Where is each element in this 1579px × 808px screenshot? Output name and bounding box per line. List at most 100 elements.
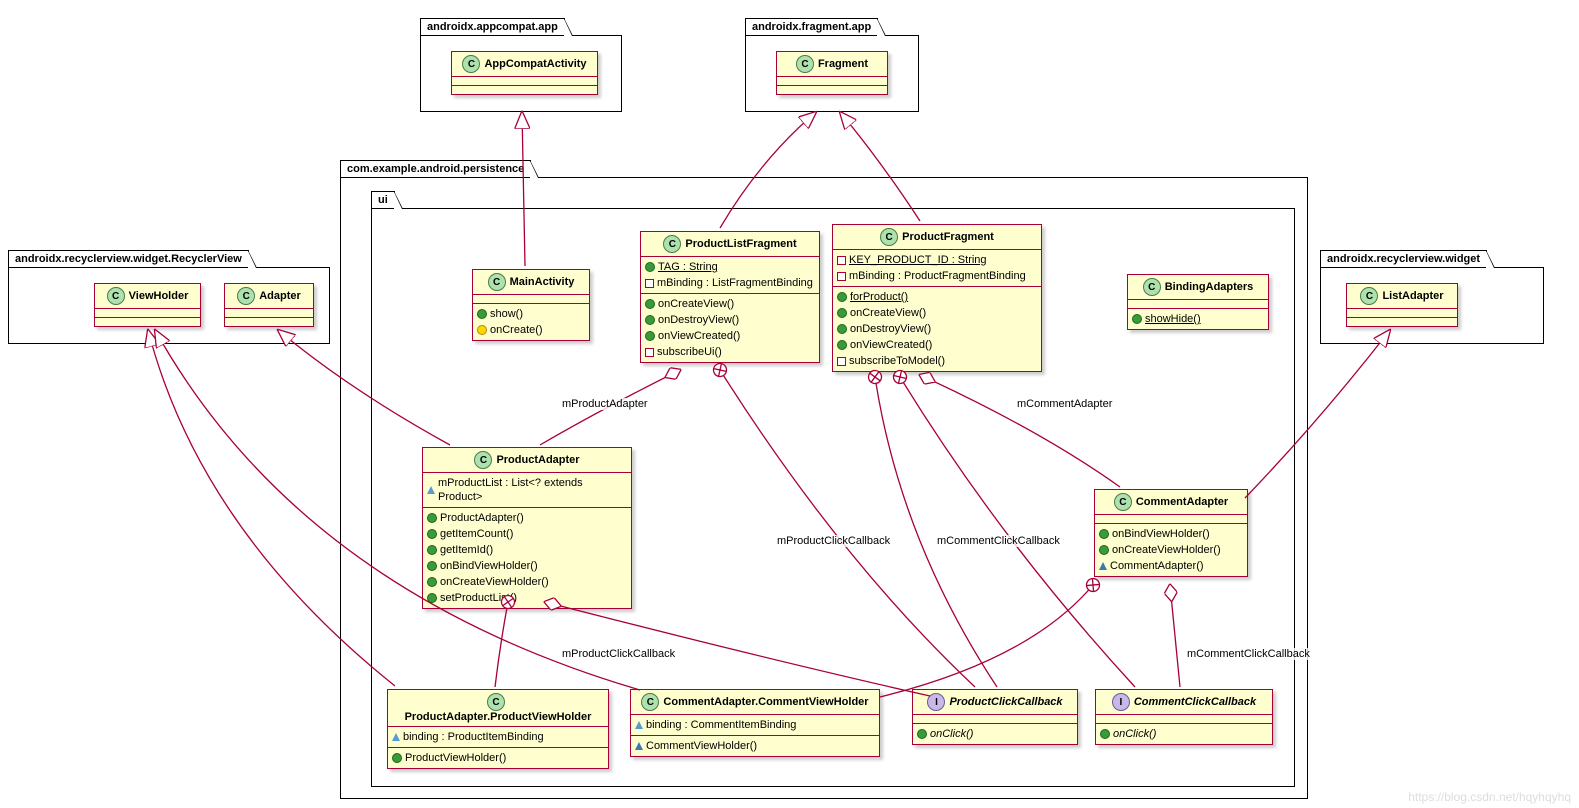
class-adapter: CAdapter [224,283,314,327]
vis-public-icon [477,309,487,319]
class-name: ProductFragment [902,231,994,243]
class-name: ViewHolder [129,290,189,302]
op: ProductViewHolder() [405,751,506,765]
class-bindingadapters: CBindingAdapters showHide() [1127,274,1269,330]
interface-type-icon: I [927,693,945,711]
vis-private-icon [645,348,654,357]
pkg-appcompat: androidx.appcompat.app CAppCompatActivit… [420,35,622,112]
class-viewholder: C ViewHolder [94,283,201,327]
class-listadapter: C ListAdapter [1346,283,1458,327]
class-name: CommentClickCallback [1134,696,1256,708]
class-commentviewholder: C CommentAdapter.CommentViewHolder bindin… [630,689,880,757]
class-name: ProductListFragment [685,238,796,250]
pkg-recyclerview-widget: androidx.recyclerview.widget CListAdapte… [1320,267,1544,344]
attr: mProductList : List<? extends Product> [438,476,627,504]
class-commentclickcallback: I CommentClickCallback onClick() [1095,689,1273,745]
class-name: Fragment [818,58,868,70]
label-commentclickcallback2: mCommentClickCallback [1185,648,1312,660]
class-productviewholder: CProductAdapter.ProductViewHolder bindin… [387,689,609,769]
watermark: https://blog.csdn.net/hqyhqyhq [1408,790,1571,804]
op: onCreateView() [658,297,734,311]
class-type-icon: C [1114,493,1132,511]
op: onCreateViewHolder() [440,575,549,589]
vis-private-icon [645,279,654,288]
class-commentadapter: CCommentAdapter onBindViewHolder() onCre… [1094,489,1248,577]
label-commentclickcallback1: mCommentClickCallback [935,535,1062,547]
op: ProductAdapter() [440,511,524,525]
vis-public-icon [1099,529,1109,539]
vis-package-icon [635,742,643,750]
vis-public-icon [645,331,655,341]
pkg-fragment-tab: androidx.fragment.app [745,18,878,35]
vis-public-icon [427,529,437,539]
vis-private-icon [837,272,846,281]
class-appcompatactivity: CAppCompatActivity [451,51,598,95]
vis-package-icon [427,486,435,494]
class-name: CommentAdapter [1136,496,1228,508]
vis-private-icon [837,256,846,265]
op: getItemId() [440,543,493,557]
pkg-ui: ui CMainActivity show() onCreate() CProd… [371,208,1295,787]
class-productfragment: CProductFragment KEY_PRODUCT_ID : String… [832,224,1042,372]
class-type-icon: C [462,55,480,73]
pkg-recycler-rv-tab: androidx.recyclerview.widget.RecyclerVie… [8,250,249,267]
op: onDestroyView() [658,313,739,327]
op: onDestroyView() [850,322,931,336]
pkg-persistence: com.example.android.persistence ui CMain… [340,177,1308,799]
op: onClick() [930,727,973,741]
attr: mBinding : ListFragmentBinding [657,276,813,290]
pkg-recycler-widget-tab: androidx.recyclerview.widget [1320,250,1487,267]
op: onViewCreated() [850,338,932,352]
class-type-icon: C [1360,287,1378,305]
vis-package-icon [392,733,400,741]
vis-public-icon [1099,545,1109,555]
attr: KEY_PRODUCT_ID : String [849,253,987,267]
op: getItemCount() [440,527,513,541]
vis-public-icon [1100,729,1110,739]
op: onCreateViewHolder() [1112,543,1221,557]
class-fragment: C Fragment [776,51,888,95]
op: CommentAdapter() [1110,559,1204,573]
vis-public-icon [645,299,655,309]
class-type-icon: C [474,451,492,469]
class-name: ListAdapter [1382,290,1443,302]
class-type-icon: C [107,287,125,305]
op: subscribeUi() [657,345,722,359]
class-name: CommentAdapter.CommentViewHolder [663,696,868,708]
label-productclickcallback1: mProductClickCallback [560,648,677,660]
class-name: MainActivity [510,276,575,288]
class-type-icon: C [641,693,659,711]
class-mainactivity: CMainActivity show() onCreate() [472,269,590,341]
label-productclickcallback2: mProductClickCallback [775,535,892,547]
attr: binding : CommentItemBinding [646,718,796,732]
vis-public-icon [392,753,402,763]
class-name: ProductAdapter.ProductViewHolder [405,711,592,723]
op: onClick() [1113,727,1156,741]
pkg-appcompat-tab: androidx.appcompat.app [420,18,565,35]
vis-public-icon [917,729,927,739]
class-type-icon: C [1143,278,1161,296]
vis-public-icon [427,593,437,603]
class-type-icon: C [663,235,681,253]
attr: mBinding : ProductFragmentBinding [849,269,1026,283]
class-name: ProductAdapter [496,454,579,466]
uml-canvas: androidx.appcompat.app CAppCompatActivit… [0,0,1579,808]
vis-package-icon [1099,562,1107,570]
class-productclickcallback: I ProductClickCallback onClick() [912,689,1078,745]
vis-public-icon [645,262,655,272]
pkg-ui-tab: ui [371,191,395,208]
op: show() [490,307,523,321]
class-type-icon: C [796,55,814,73]
attr: binding : ProductItemBinding [403,730,544,744]
op: onCreateView() [850,306,926,320]
op: onViewCreated() [658,329,740,343]
op: onBindViewHolder() [440,559,538,573]
op: showHide() [1145,312,1201,326]
label-commentadapter: mCommentAdapter [1015,398,1114,410]
class-productadapter: C ProductAdapter mProductList : List<? ex… [422,447,632,609]
vis-public-icon [427,561,437,571]
interface-type-icon: I [1112,693,1130,711]
vis-public-icon [837,308,847,318]
class-name: ProductClickCallback [949,696,1062,708]
vis-private-icon [837,357,846,366]
